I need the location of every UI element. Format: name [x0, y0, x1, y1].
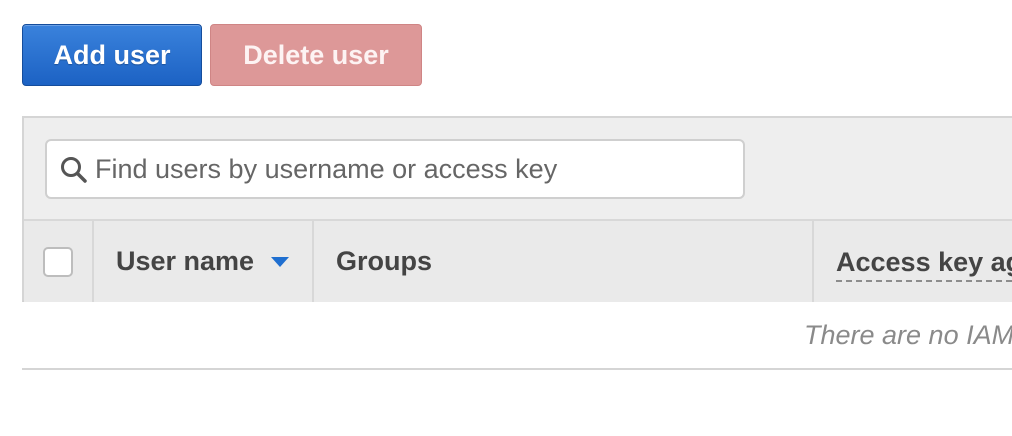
select-all-cell — [24, 221, 94, 302]
sort-down-icon[interactable] — [270, 256, 290, 268]
column-header-groups[interactable]: Groups — [314, 221, 814, 302]
column-header-access-key-age-label: Access key ag — [836, 247, 1012, 282]
column-header-user-name-label: User name — [116, 246, 255, 276]
column-header-access-key-age[interactable]: Access key ag — [814, 221, 1012, 302]
select-all-checkbox[interactable] — [43, 246, 73, 277]
table-header-row: User name Groups Access key ag — [24, 219, 1012, 302]
search-box[interactable] — [45, 139, 745, 199]
column-header-groups-label: Groups — [336, 246, 433, 276]
search-input[interactable] — [95, 141, 735, 197]
users-table: User name Groups Access key ag — [22, 116, 1012, 302]
iam-users-page: Add user Delete user User name Groups — [0, 0, 1012, 436]
column-header-user-name[interactable]: User name — [94, 221, 314, 302]
empty-message: There are no IAM — [804, 320, 1012, 350]
delete-user-button[interactable]: Delete user — [210, 24, 422, 86]
add-user-button[interactable]: Add user — [22, 24, 202, 86]
empty-table-row: There are no IAM — [22, 302, 1012, 370]
search-icon — [61, 157, 87, 183]
